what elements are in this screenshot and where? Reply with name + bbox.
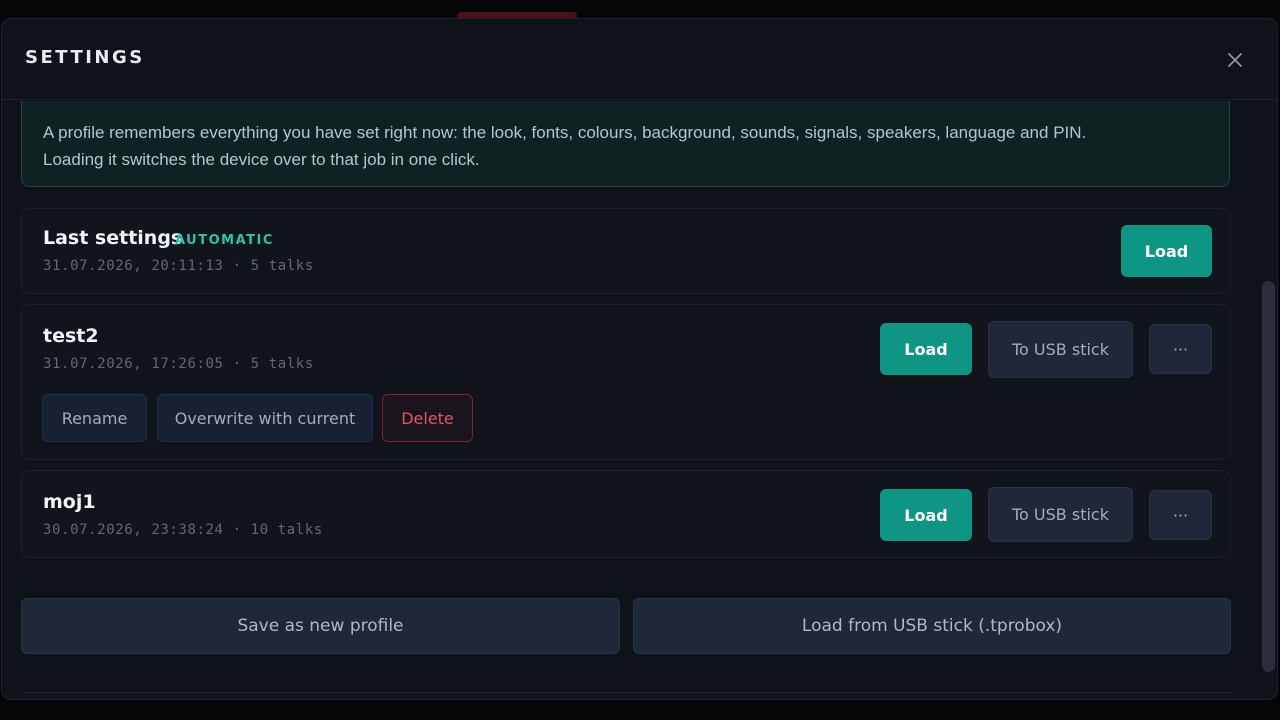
more-options-button[interactable]: ···: [1149, 324, 1212, 374]
rename-button[interactable]: Rename: [42, 394, 147, 442]
more-icon: ···: [1172, 339, 1189, 359]
to-usb-button[interactable]: To USB stick: [988, 487, 1133, 542]
profile-meta: 31.07.2026, 20:11:13 · 5 talks: [43, 258, 314, 274]
profile-name: Last settings: [43, 227, 183, 249]
scrollbar-thumb[interactable]: [1262, 281, 1275, 672]
dialog-header: SETTINGS: [2, 19, 1277, 100]
save-as-new-profile-button[interactable]: Save as new profile: [21, 598, 620, 654]
load-from-usb-button[interactable]: Load from USB stick (.tprobox): [633, 598, 1231, 654]
load-button[interactable]: Load: [880, 323, 972, 375]
close-icon: [1228, 53, 1242, 67]
delete-button[interactable]: Delete: [382, 394, 473, 442]
dialog-title: SETTINGS: [25, 47, 145, 68]
info-banner: A profile remembers everything you have …: [21, 101, 1230, 187]
settings-dialog: SETTINGS A profile remembers everything …: [1, 18, 1278, 700]
profile-meta: 31.07.2026, 17:26:05 · 5 talks: [43, 356, 314, 372]
profile-name: moj1: [43, 491, 96, 513]
info-text: A profile remembers everything you have …: [43, 119, 1205, 173]
overwrite-button[interactable]: Overwrite with current: [157, 394, 373, 442]
load-button[interactable]: Load: [880, 489, 972, 541]
automatic-badge: AUTOMATIC: [175, 233, 274, 248]
load-button[interactable]: Load: [1121, 225, 1212, 277]
dialog-body: A profile remembers everything you have …: [2, 101, 1277, 699]
profile-card-test2: test2 31.07.2026, 17:26:05 · 5 talks Loa…: [21, 304, 1231, 460]
profile-meta: 30.07.2026, 23:38:24 · 10 talks: [43, 522, 323, 538]
more-icon: ···: [1172, 505, 1189, 525]
profile-card-last-settings: Last settings AUTOMATIC 31.07.2026, 20:1…: [21, 208, 1231, 294]
info-text-line1: A profile remembers everything you have …: [43, 123, 1087, 142]
to-usb-button[interactable]: To USB stick: [988, 321, 1133, 378]
profile-card-moj1: moj1 30.07.2026, 23:38:24 · 10 talks Loa…: [21, 470, 1231, 558]
info-text-line2: Loading it switches the device over to t…: [43, 150, 480, 169]
divider: [21, 692, 1235, 693]
more-options-button[interactable]: ···: [1149, 490, 1212, 540]
close-button[interactable]: [1221, 46, 1249, 74]
profile-name: test2: [43, 325, 99, 347]
